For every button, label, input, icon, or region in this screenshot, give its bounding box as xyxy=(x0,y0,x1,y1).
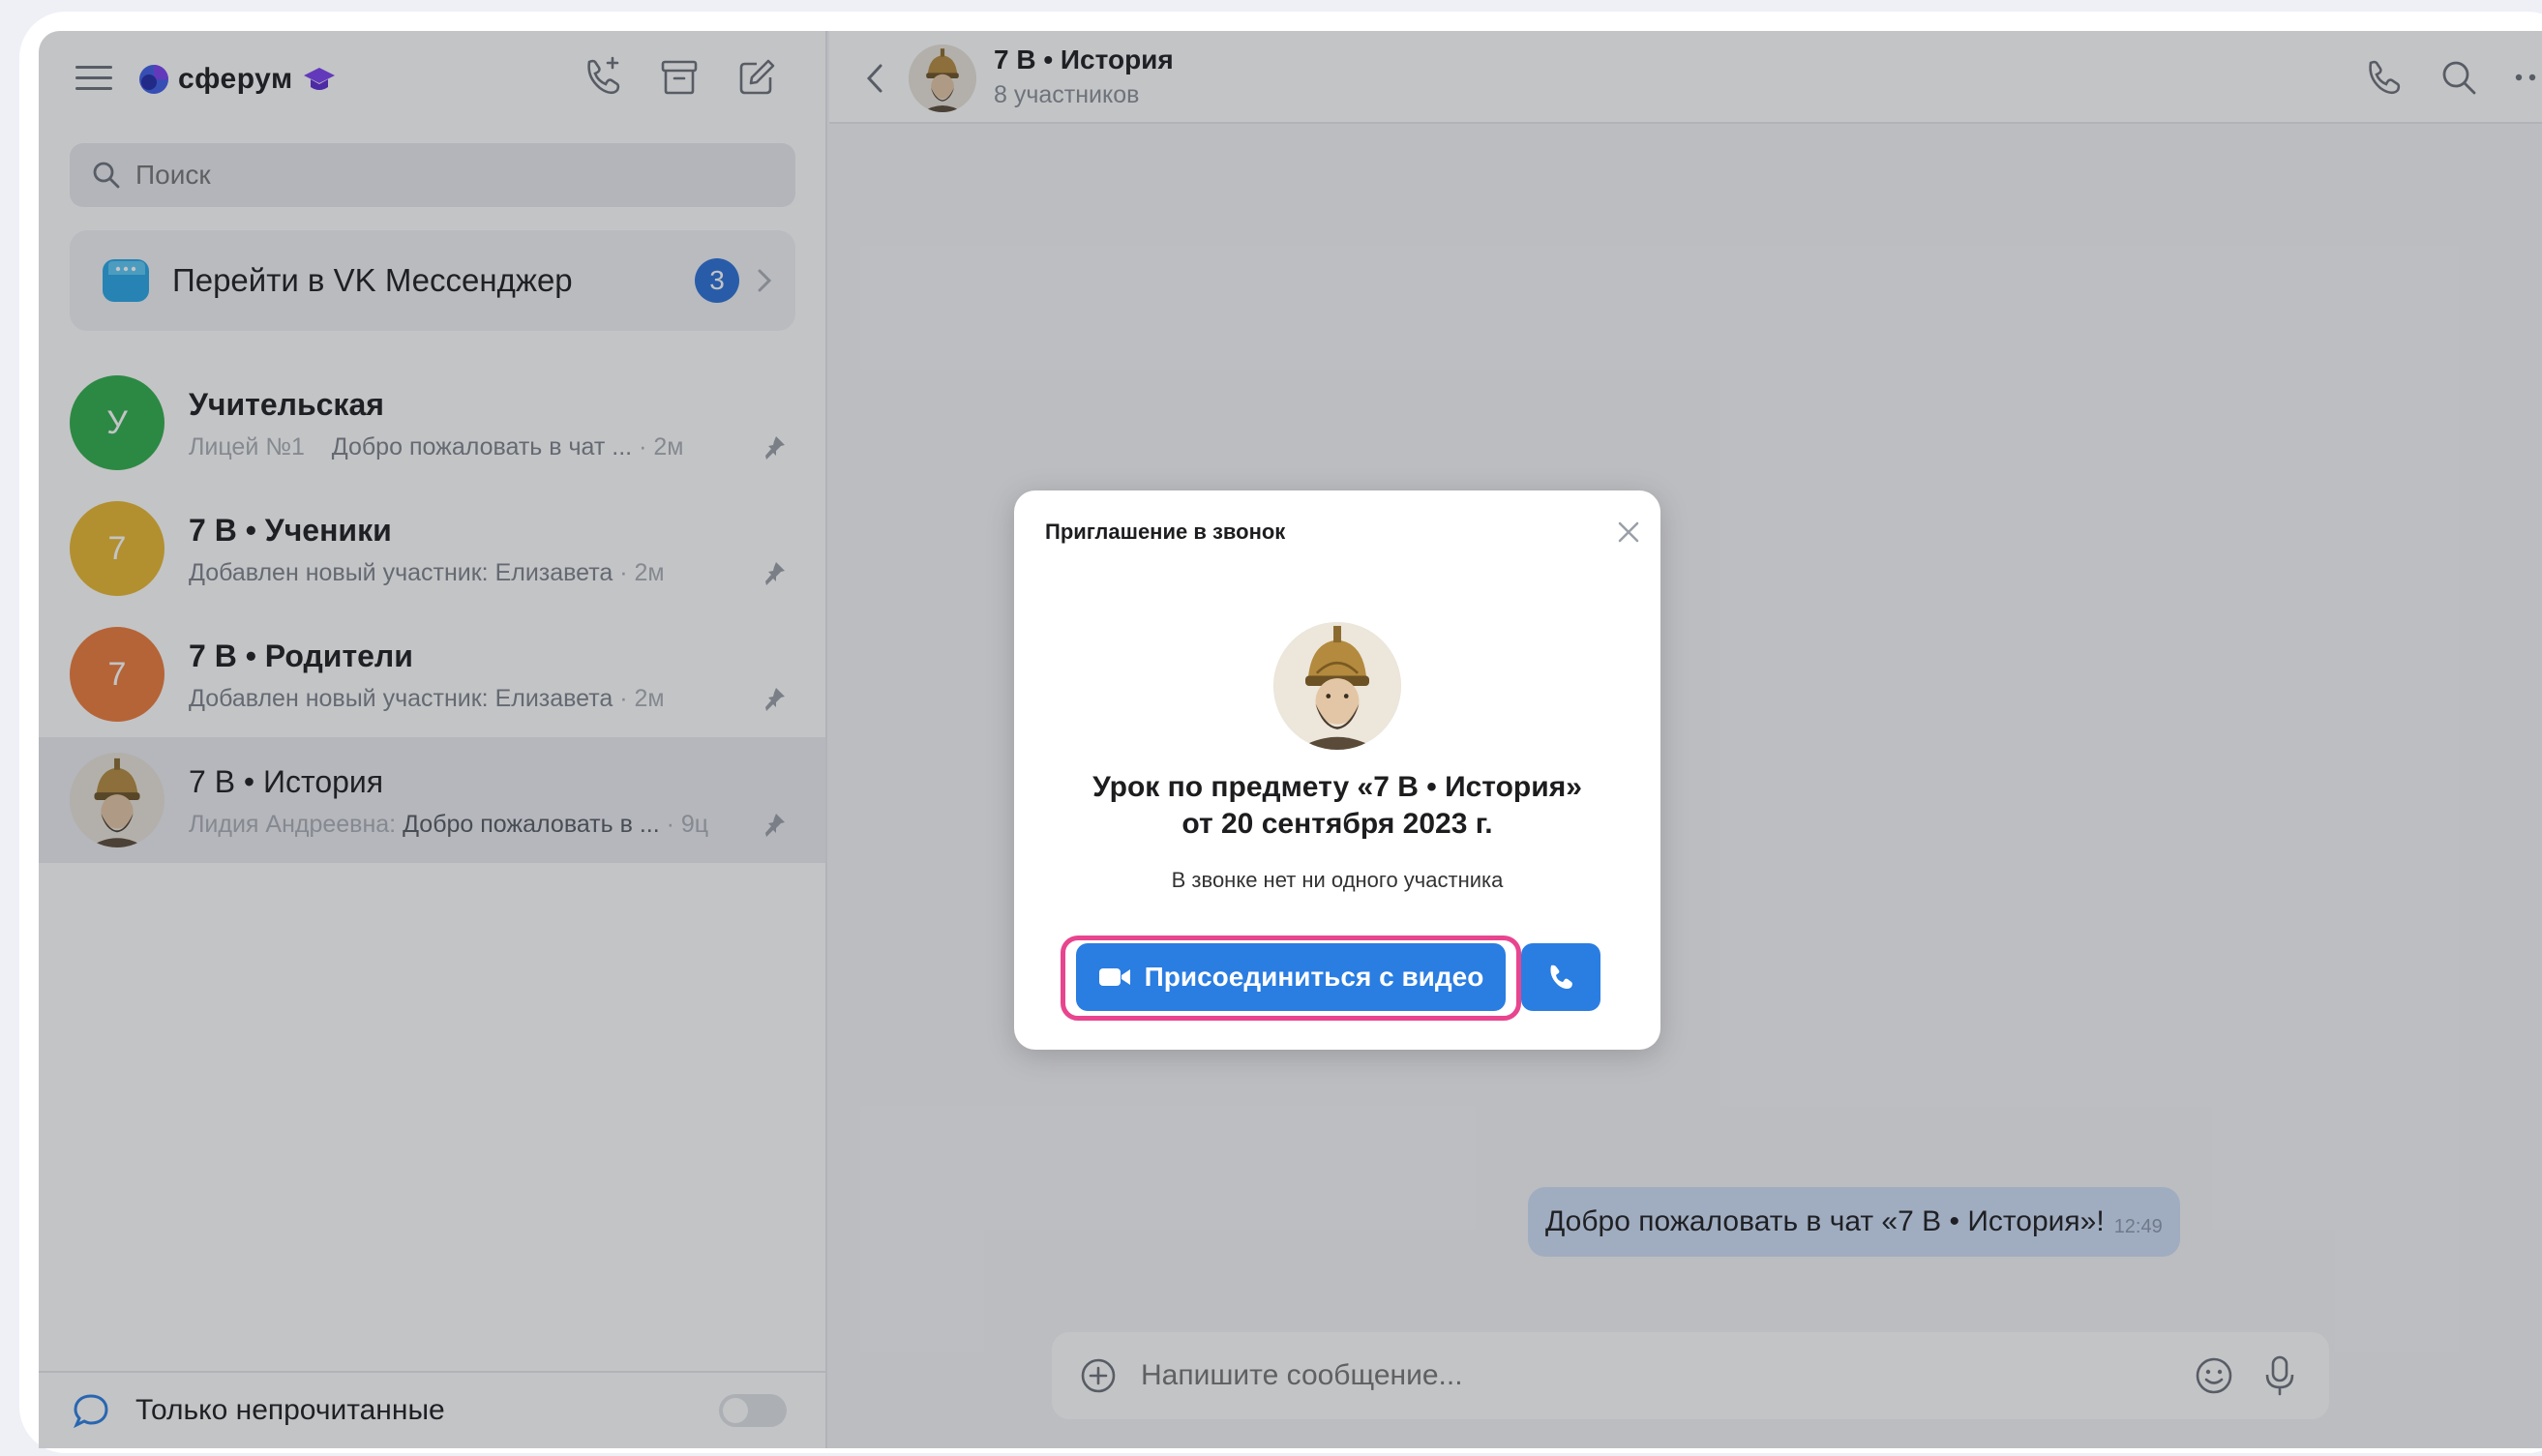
close-icon[interactable] xyxy=(1616,520,1641,545)
video-camera-icon xyxy=(1098,968,1130,986)
app-window: сферум Поиск Перейти в VK Мессенджер 3 У… xyxy=(39,31,2542,1448)
dialog-avatar xyxy=(1273,622,1401,750)
join-with-video-button[interactable]: Присоединиться с видео xyxy=(1076,943,1506,1011)
join-audio-button[interactable] xyxy=(1521,943,1600,1011)
join-with-video-label: Присоединиться с видео xyxy=(1144,962,1484,992)
lesson-heading: Урок по предмету «7 В • История» от 20 с… xyxy=(1014,769,1660,843)
call-invite-dialog: Приглашение в звонок Урок по предмету «7… xyxy=(1014,490,1660,1050)
dialog-title: Приглашение в звонок xyxy=(1045,520,1286,544)
phone-icon xyxy=(1550,965,1572,990)
tsar-portrait-icon xyxy=(1273,622,1401,750)
call-status-text: В звонке нет ни одного участника xyxy=(1171,868,1504,892)
lesson-heading-line1: Урок по предмету «7 В • История» xyxy=(1092,771,1582,803)
lesson-heading-line2: от 20 сентября 2023 г. xyxy=(1181,808,1493,840)
